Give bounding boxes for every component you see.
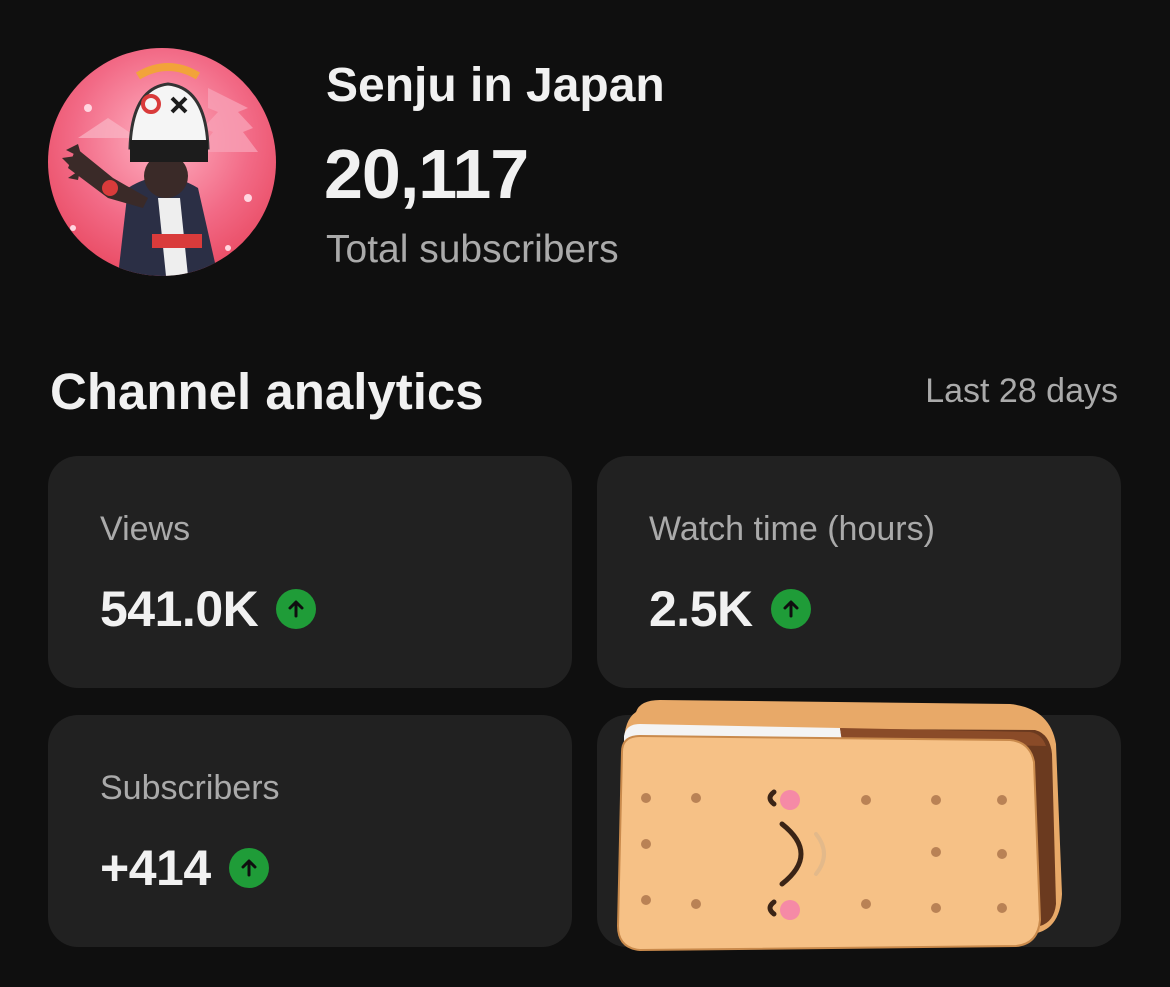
card-label: Subscribers: [100, 769, 280, 807]
arrow-up-icon: [228, 848, 269, 888]
views-card[interactable]: Views 541.0K: [48, 456, 572, 688]
channel-avatar[interactable]: [48, 48, 276, 276]
card-label: Watch time (hours): [649, 510, 935, 548]
subscriber-label: Total subscribers: [326, 228, 619, 271]
channel-name: Senju in Japan: [326, 59, 665, 112]
subscribers-card[interactable]: Subscribers +414: [48, 715, 572, 947]
card-label: Views: [100, 510, 191, 548]
arrow-up-icon: [276, 589, 317, 629]
card-value: +414: [100, 840, 211, 896]
section-title: Channel analytics: [50, 363, 484, 420]
subscriber-count: 20,117: [324, 135, 529, 213]
period-selector[interactable]: Last 28 days: [925, 372, 1118, 411]
watch-time-card[interactable]: Watch time (hours) 2.5K: [597, 456, 1121, 688]
card-value: 541.0K: [100, 581, 259, 637]
avatar-illustration: [48, 48, 276, 276]
cookie-sandwich-sticker: [610, 694, 1070, 954]
arrow-up-icon: [770, 589, 811, 629]
card-value: 2.5K: [649, 581, 753, 637]
